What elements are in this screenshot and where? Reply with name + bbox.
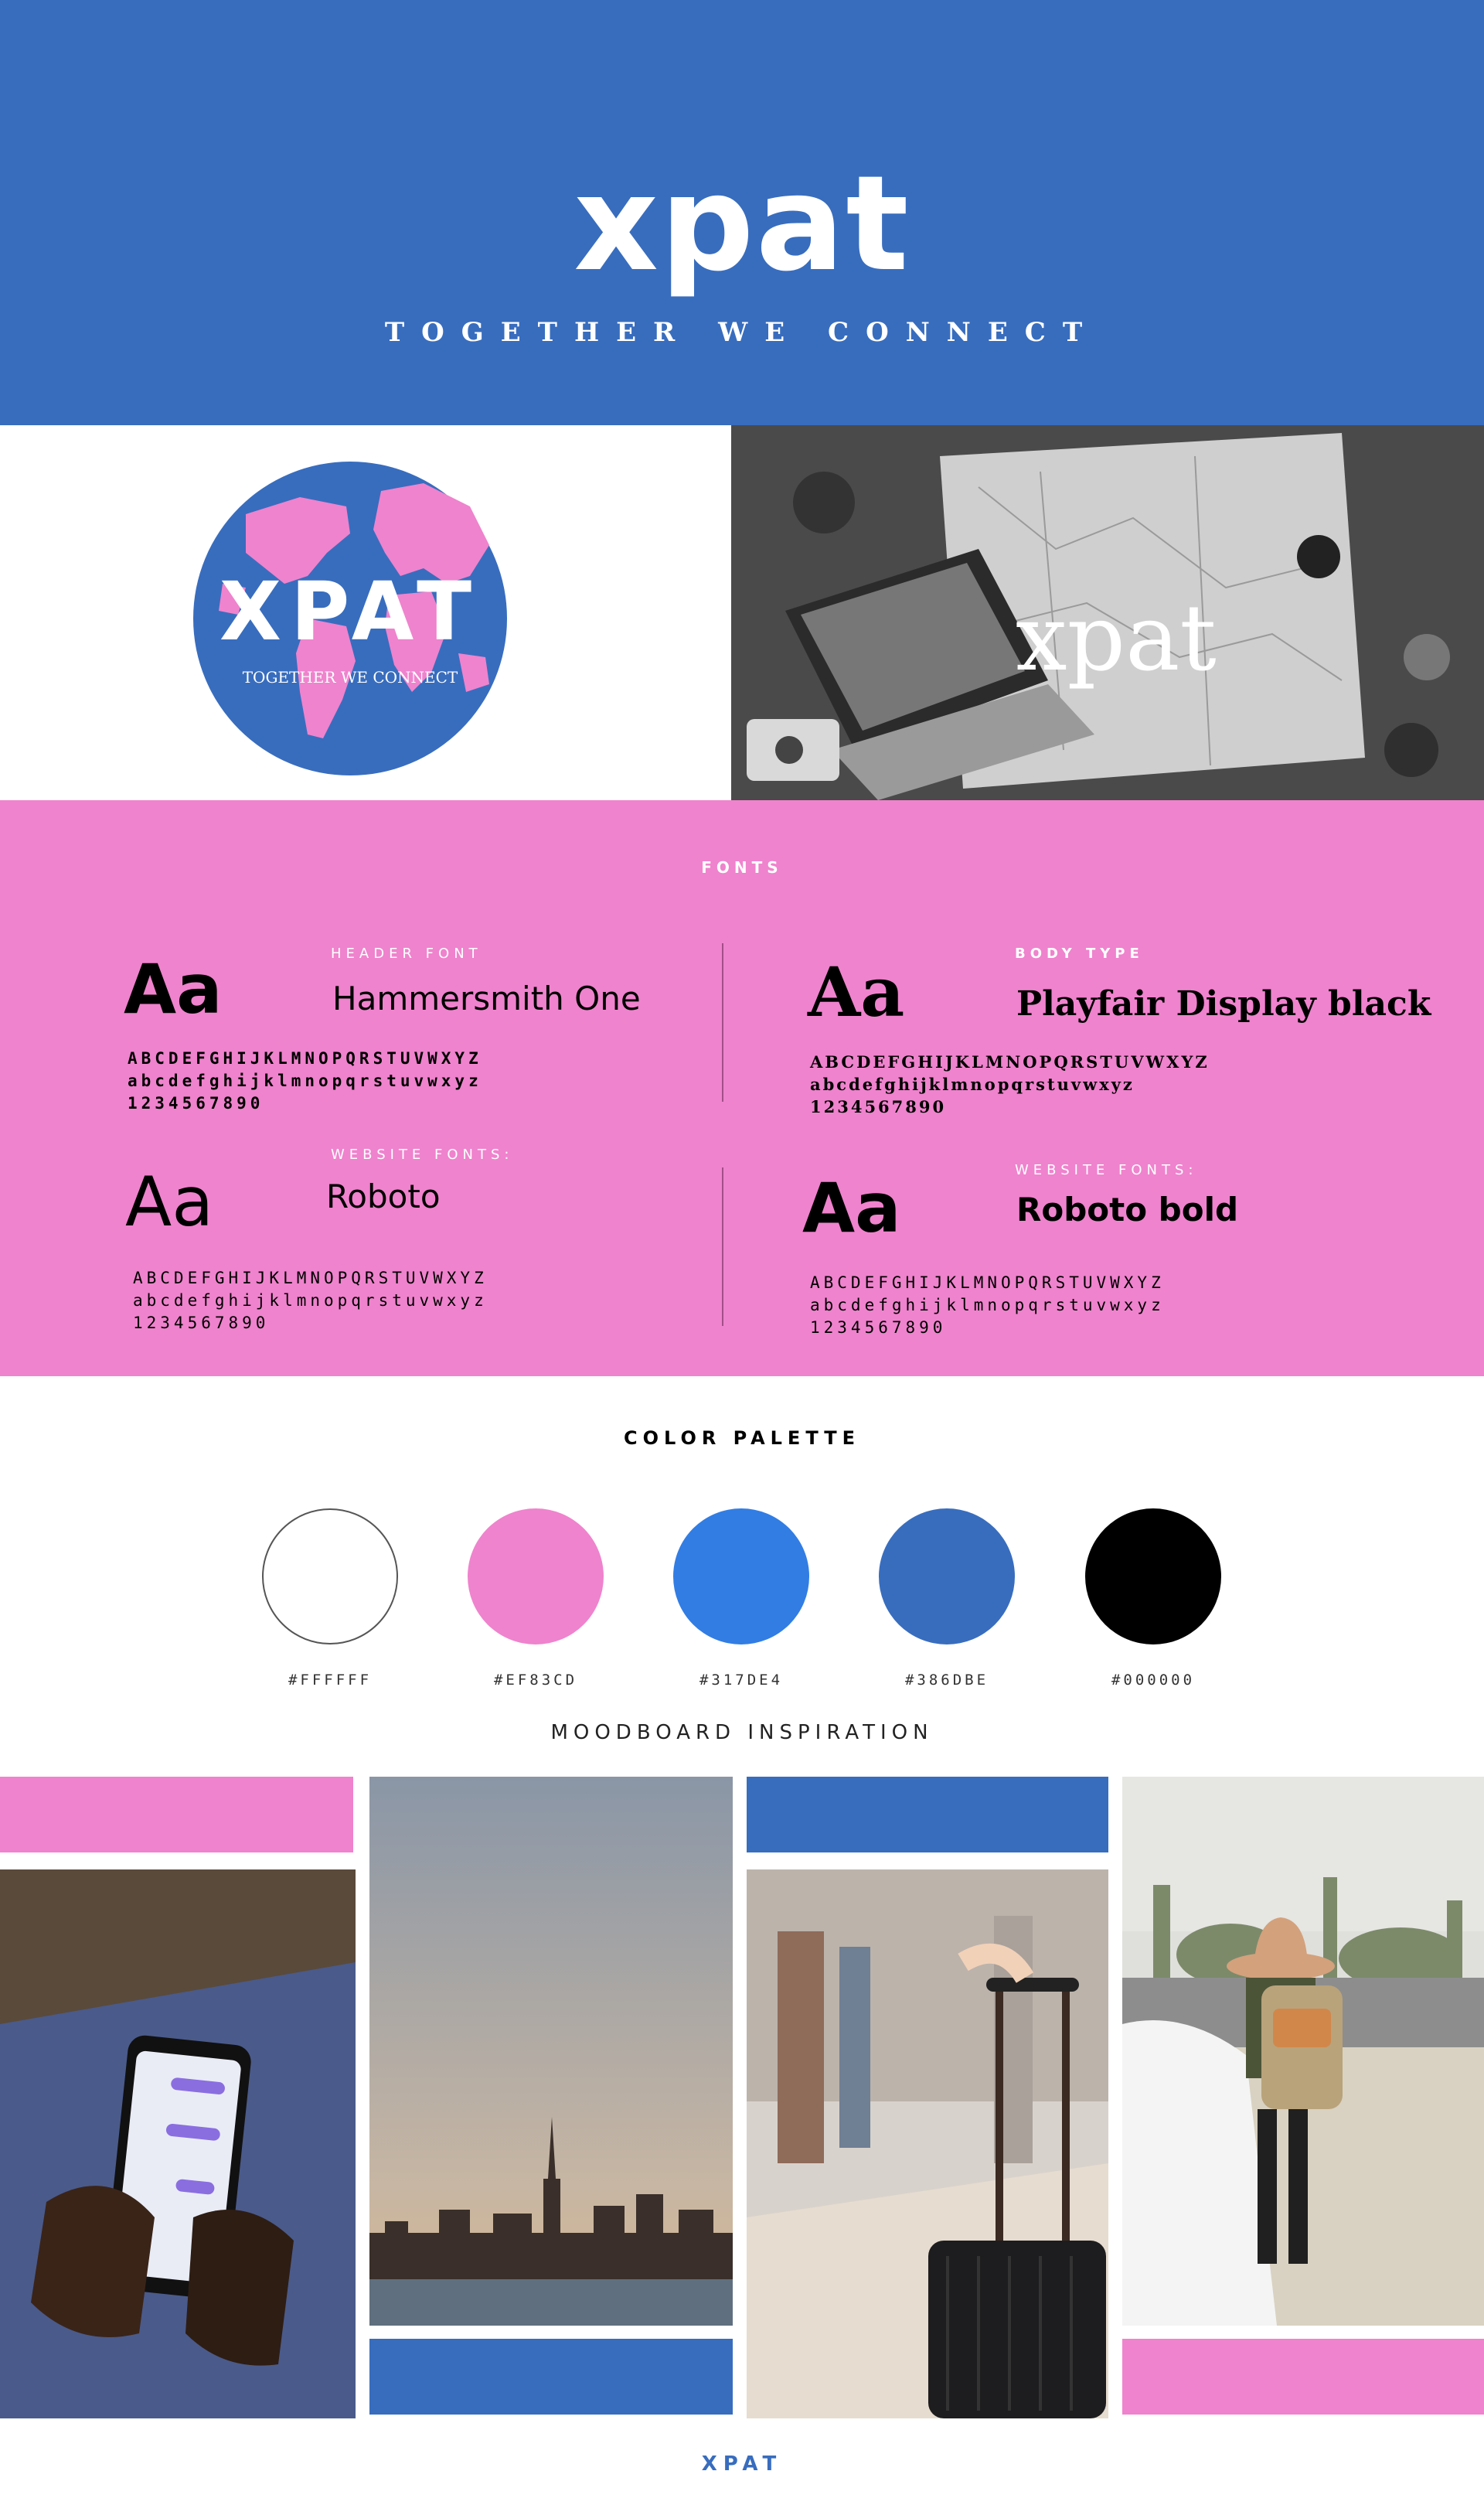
font-label-web: WEBSITE FONTS:	[331, 1147, 514, 1163]
swatch-white	[262, 1508, 398, 1644]
mood-pink-block-2	[1122, 2339, 1484, 2415]
mood-blue-block-1	[369, 2339, 733, 2415]
header-banner: xpat TOGETHER WE CONNECT	[0, 0, 1484, 425]
hex-pink: #EF83CD	[493, 1672, 578, 1689]
font-upper-web-bold: ABCDEFGHIJKLMNOPQRSTUVWXYZ	[810, 1273, 1165, 1292]
font-digits-header: 1234567890	[128, 1094, 264, 1113]
globe-logo: XPAT TOGETHER WE CONNECT	[193, 462, 507, 775]
font-name-web: Roboto	[326, 1178, 441, 1215]
font-lower-body: abcdefghijklmnopqrstuvwxyz	[810, 1075, 1135, 1094]
hex-white: #FFFFFF	[288, 1672, 373, 1689]
brand-title: xpat	[574, 148, 910, 301]
mood-photo-phone	[0, 1869, 356, 2418]
swatch-blue	[879, 1508, 1015, 1644]
font-label-web-bold: WEBSITE FONTS:	[1015, 1162, 1198, 1178]
mood-photo-luggage	[747, 1869, 1108, 2418]
font-sample-header: Aa	[124, 949, 223, 1029]
font-upper-header: ABCDEFGHIJKLMNOPQRSTUVWXYZ	[128, 1049, 482, 1068]
font-digits-web-bold: 1234567890	[810, 1318, 947, 1337]
font-name-header: Hammersmith One	[332, 980, 641, 1017]
mood-photo-skyline	[369, 1777, 733, 2326]
hex-black: #000000	[1111, 1672, 1196, 1689]
moodboard-title: MOODBOARD INSPIRATION	[550, 1721, 934, 1744]
globe-wordmark: XPAT	[220, 564, 481, 659]
logo-panel: XPAT TOGETHER WE CONNECT	[0, 425, 731, 800]
font-digits-body: 1234567890	[810, 1097, 947, 1116]
font-upper-body: ABCDEFGHIJKLMNOPQRSTUVWXYZ	[810, 1052, 1210, 1072]
font-sample-web: Aa	[125, 1162, 214, 1242]
swatch-black	[1085, 1508, 1221, 1644]
hex-blue: #386DBE	[904, 1672, 989, 1689]
font-label-body: BODY TYPE	[1015, 946, 1144, 962]
font-name-body: Playfair Display black	[1016, 984, 1431, 1024]
font-upper-web: ABCDEFGHIJKLMNOPQRSTUVWXYZ	[133, 1269, 488, 1287]
globe-tagline: TOGETHER WE CONNECT	[243, 668, 458, 687]
mood-photo-traveler	[1122, 1777, 1484, 2326]
font-name-web-bold: Roboto bold	[1016, 1191, 1239, 1229]
font-lower-web: abcdefghijklmnopqrstuvwxyz	[133, 1291, 488, 1310]
desk-photo: xpat	[731, 425, 1484, 800]
brand-tagline: TOGETHER WE CONNECT	[384, 317, 1100, 348]
font-digits-web: 1234567890	[133, 1314, 270, 1332]
swatch-bright-blue	[673, 1508, 809, 1644]
font-lower-web-bold: abcdefghijklmnopqrstuvwxyz	[810, 1296, 1165, 1314]
font-sample-web-bold: Aa	[802, 1168, 901, 1248]
divider-top	[722, 943, 723, 1102]
hex-bright-blue: #317DE4	[699, 1672, 784, 1689]
fonts-section: FONTS Aa HEADER FONT Hammersmith One ABC…	[0, 800, 1484, 1376]
font-lower-header: abcdefghijklmnopqrstuvwxyz	[128, 1072, 482, 1090]
font-label-header: HEADER FONT	[331, 946, 482, 962]
font-sample-body: Aa	[808, 952, 905, 1032]
palette-title: COLOR PALETTE	[623, 1427, 861, 1449]
footer-brand: XPAT	[701, 2452, 783, 2476]
swatch-pink	[468, 1508, 604, 1644]
mood-blue-block-2	[747, 1777, 1108, 1852]
fonts-title: FONTS	[701, 858, 783, 877]
divider-bottom	[722, 1167, 723, 1326]
photo-wordmark: xpat	[1016, 584, 1217, 691]
mood-pink-block-1	[0, 1777, 353, 1852]
